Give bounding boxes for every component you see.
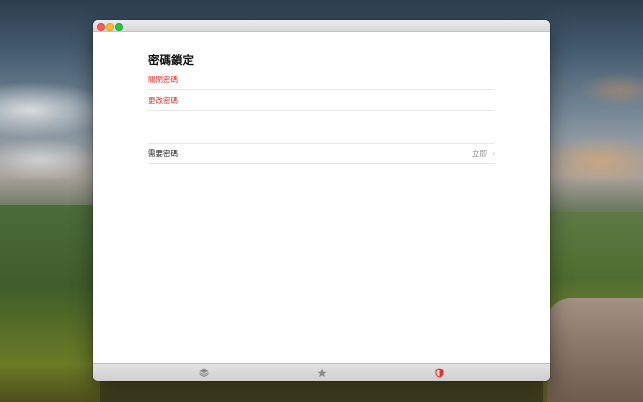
window-titlebar[interactable] (93, 20, 550, 32)
change-password-label: 更改密碼 (148, 96, 178, 105)
tab-favorites[interactable] (307, 364, 337, 381)
zoom-window-button[interactable] (115, 23, 123, 31)
tab-security[interactable] (424, 364, 454, 381)
require-password-value: 立即 (472, 149, 487, 158)
change-password-row[interactable]: 更改密碼 (148, 91, 495, 111)
shield-icon (435, 368, 443, 378)
desktop-background: 密碼鎖定 關閉密碼 更改密碼 需要密碼 立即 › (0, 0, 643, 402)
chevron-right-icon: › (492, 150, 495, 158)
minimize-window-button[interactable] (106, 23, 114, 31)
close-window-button[interactable] (97, 23, 105, 31)
landscape-rock (547, 298, 643, 402)
turn-off-password-row[interactable]: 關閉密碼 (148, 70, 495, 90)
require-password-label: 需要密碼 (148, 149, 178, 158)
settings-content: 密碼鎖定 關閉密碼 更改密碼 需要密碼 立即 › (93, 32, 550, 364)
landscape-hill-left (0, 205, 100, 402)
stack-icon (199, 368, 209, 377)
require-password-row[interactable]: 需要密碼 立即 › (148, 143, 495, 164)
tab-bar (93, 363, 550, 381)
tab-library[interactable] (189, 364, 219, 381)
star-icon (317, 368, 327, 377)
page-title: 密碼鎖定 (148, 53, 194, 67)
app-window: 密碼鎖定 關閉密碼 更改密碼 需要密碼 立即 › (93, 20, 550, 381)
turn-off-password-label: 關閉密碼 (148, 75, 178, 84)
